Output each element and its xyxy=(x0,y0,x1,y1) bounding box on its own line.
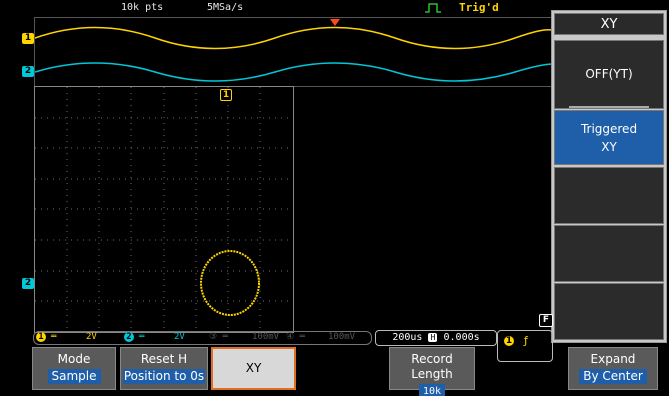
ch3-scale: 100mV xyxy=(252,332,280,342)
xy-graticule xyxy=(35,87,293,332)
softkey-expand-value: By Center xyxy=(579,369,647,384)
menu-slot-empty-5[interactable] xyxy=(554,283,664,340)
menu-divider xyxy=(569,106,649,108)
trigger-slope-icon: ƒ xyxy=(524,334,528,347)
xy-ch2-marker: 2 xyxy=(22,278,34,289)
ch3-info-icon: ③ ═ xyxy=(209,332,228,342)
record-points-readout: 10k pts xyxy=(121,2,164,13)
trigger-info-box: 1 ƒ xyxy=(497,330,553,362)
ch2-coupling-icon: ═ xyxy=(139,332,145,342)
ch2-waveform xyxy=(34,62,554,82)
f-marker-icon: F xyxy=(539,314,553,327)
ch1-coupling-icon: ═ xyxy=(51,332,57,342)
trigger-edge-icon xyxy=(425,3,441,13)
menu-option-triggered-label: Triggered xyxy=(580,122,638,136)
softkey-mode[interactable]: Mode Sample xyxy=(32,347,116,390)
trigger-source-icon: 1 xyxy=(504,336,514,346)
timebase-readout: 200us H 0.000s xyxy=(375,330,497,346)
ch1-marker: 1 xyxy=(22,33,34,44)
xy-ch1-marker: 1 xyxy=(220,89,232,101)
channel-info-bar: 1 ═ 2V 2 ═ 2V ③ ═ 100mV ④ ═ 100mV xyxy=(33,331,372,345)
menu-slot-empty-4[interactable] xyxy=(554,225,664,282)
softkey-record-length-label: Record Length xyxy=(411,352,453,381)
softkey-reset-label: Reset H xyxy=(140,352,188,366)
softkey-expand[interactable]: Expand By Center xyxy=(568,347,658,390)
timebase-value: 200us xyxy=(392,332,423,343)
softkey-record-length[interactable]: Record Length 10k xyxy=(389,347,475,396)
softkey-xy-label: XY xyxy=(245,361,262,375)
menu-option-xy-label: XY xyxy=(601,140,617,154)
oscilloscope-screen: 10k pts 5MSa/s Trig'd 1 2 1 2 XY OFF(YT)… xyxy=(0,0,669,396)
horizontal-position-icon: H xyxy=(428,332,438,342)
ch4-info-icon: ④ ═ xyxy=(286,332,305,342)
ch1-info-icon: 1 xyxy=(36,332,46,342)
lissajous-trace xyxy=(200,250,260,316)
menu-option-triggered-xy[interactable]: Triggered XY xyxy=(554,110,664,165)
ch1-waveform xyxy=(34,26,554,50)
softkey-record-length-value: 10k xyxy=(418,384,446,396)
xy-side-menu: XY OFF(YT) Triggered XY xyxy=(551,10,667,343)
menu-title: XY xyxy=(554,13,664,35)
horizontal-position-value: 0.000s xyxy=(443,332,480,343)
yt-waveform-plot xyxy=(34,26,554,82)
softkey-mode-value: Sample xyxy=(47,369,101,384)
ch2-info-icon: 2 xyxy=(124,332,134,342)
ch2-scale: 2V xyxy=(174,332,185,342)
softkey-reset-value: Position to 0s xyxy=(122,369,206,384)
trigger-status: Trig'd xyxy=(459,1,499,14)
sample-rate-readout: 5MSa/s xyxy=(207,2,244,13)
ch2-marker: 2 xyxy=(22,66,34,77)
xy-plot-area xyxy=(34,86,294,333)
yt-waveform-area xyxy=(34,17,554,87)
softkey-reset-h-position[interactable]: Reset H Position to 0s xyxy=(120,347,208,390)
menu-slot-empty-3[interactable] xyxy=(554,167,664,224)
ch4-scale: 100mV xyxy=(328,332,356,342)
softkey-mode-label: Mode xyxy=(57,352,91,366)
menu-option-off-yt-label: OFF(YT) xyxy=(585,67,633,81)
softkey-expand-label: Expand xyxy=(590,352,636,366)
menu-option-off-yt[interactable]: OFF(YT) xyxy=(554,40,664,109)
softkey-xy[interactable]: XY xyxy=(211,347,296,390)
ch1-scale: 2V xyxy=(86,332,97,342)
